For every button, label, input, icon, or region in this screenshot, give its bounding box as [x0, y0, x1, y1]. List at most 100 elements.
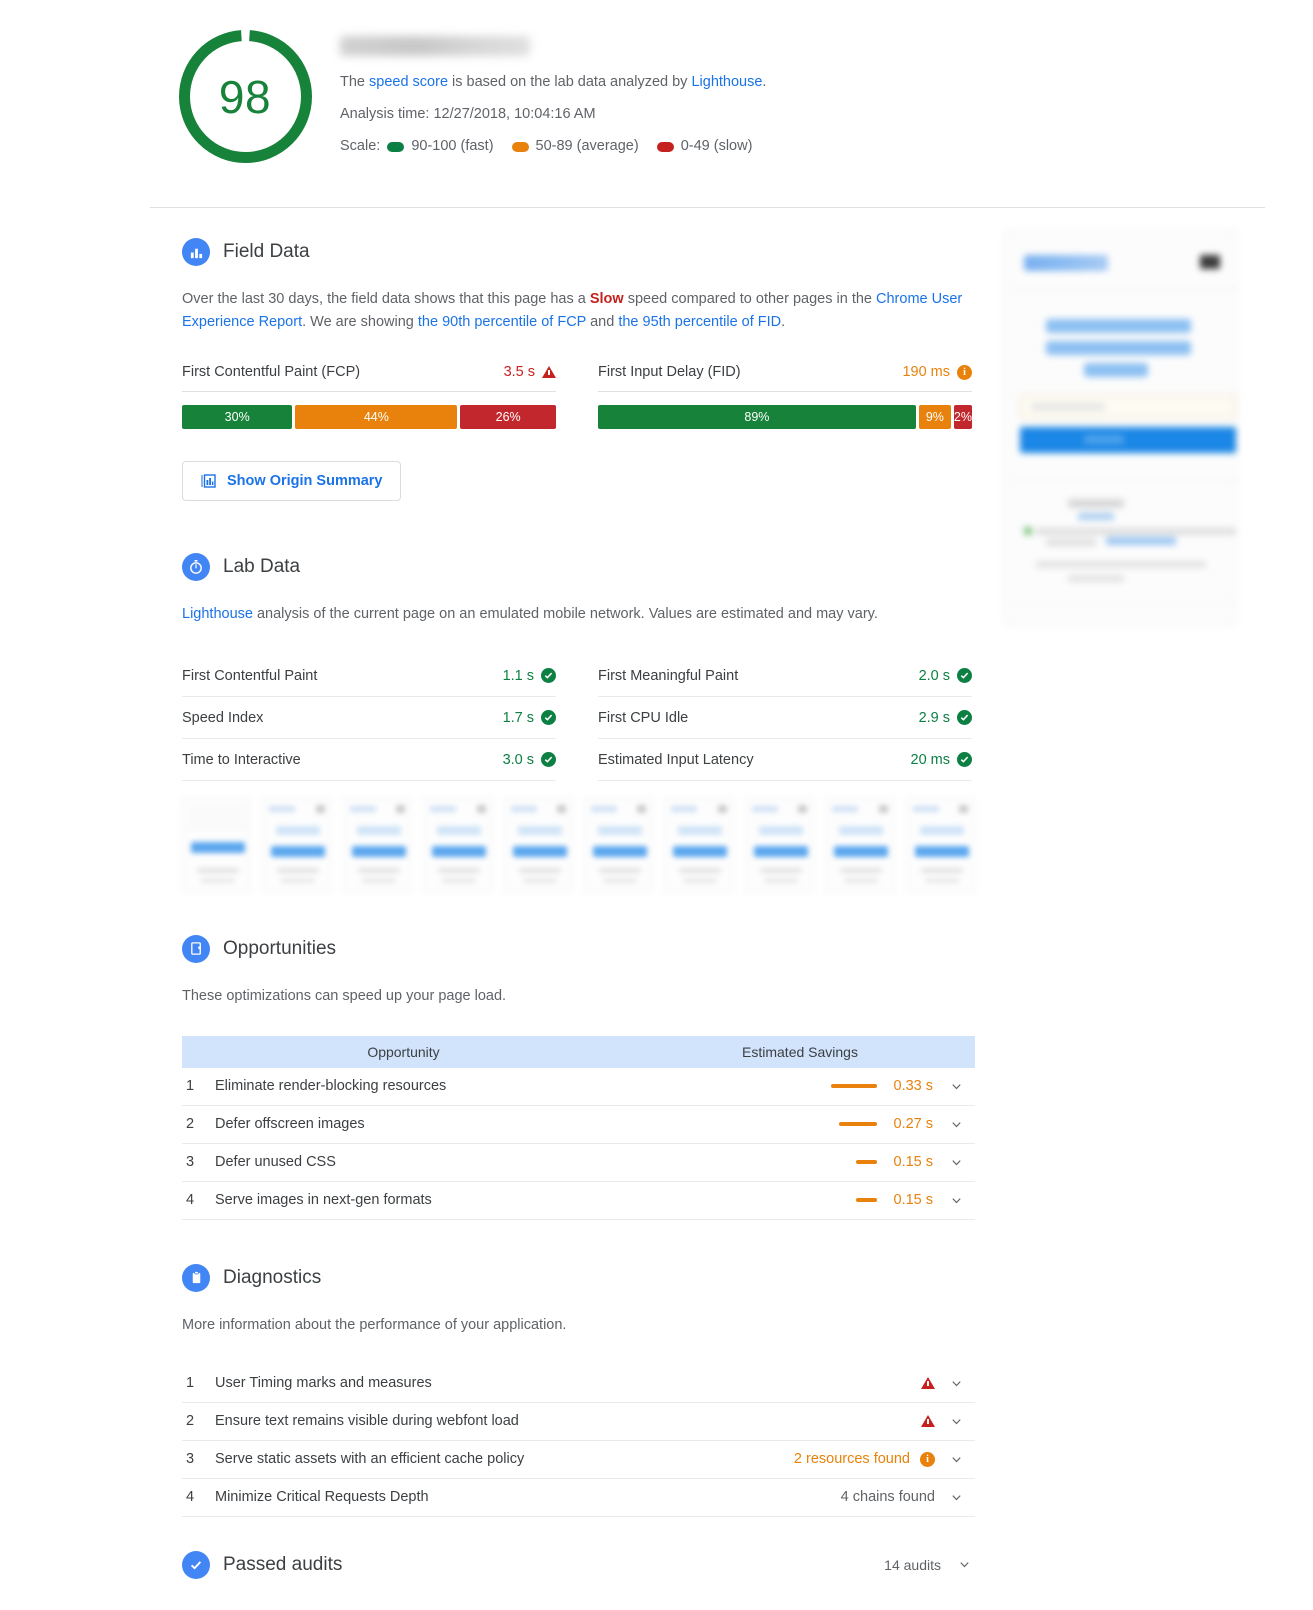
clipboard-icon: [182, 1263, 210, 1292]
diagnostic-name: User Timing marks and measures: [215, 1375, 432, 1392]
filmstrip-thumbnail: [423, 796, 493, 893]
filmstrip-thumbnail: [584, 796, 654, 893]
column-header-estimated-savings: Estimated Savings: [742, 1043, 858, 1060]
lighthouse-link-lab[interactable]: Lighthouse: [182, 606, 253, 622]
report-main-column: Field Data Over the last 30 days, the fi…: [150, 230, 976, 1579]
filmstrip-thumbnail: [744, 796, 815, 893]
filmstrip-thumbnail: [825, 796, 895, 893]
chevron-down-icon[interactable]: [945, 1118, 967, 1131]
info-circle-icon[interactable]: i: [920, 1451, 935, 1467]
origin-summary-label: Show Origin Summary: [227, 473, 383, 490]
opportunity-row[interactable]: 1 Eliminate render-blocking resources 0.33…: [182, 1068, 975, 1106]
opportunity-name: Defer unused CSS: [215, 1154, 336, 1171]
preview-divider-3: [1014, 603, 1236, 604]
analysis-time: Analysis time: 12/27/2018, 10:04:16 AM: [340, 106, 596, 123]
lead-suffix: .: [762, 74, 767, 90]
fcp-row: First Contentful Paint (FCP) 3.5 s: [182, 364, 556, 393]
lab-speed-index-value: 1.7 s: [502, 709, 534, 726]
diagnostic-row[interactable]: 1 User Timing marks and measures: [182, 1365, 975, 1403]
preview-body-line-1: [1036, 528, 1236, 535]
pagespeed-insights-report: 98 The speed score is based on the lab d…: [0, 0, 1313, 1610]
preview-body-link: [1106, 537, 1176, 545]
check-circle-icon: [957, 668, 972, 684]
filmstrip-thumbnail: [664, 796, 734, 893]
fid-dist-average: 9%: [918, 405, 951, 430]
diagnostic-value-group: 4 chains found: [775, 1489, 975, 1505]
fcp-dist-fast: 30%: [182, 405, 293, 430]
opportunity-savings: 0.33 s: [625, 1078, 975, 1094]
chevron-down-icon[interactable]: [945, 1080, 967, 1093]
chevron-down-icon[interactable]: [953, 1558, 975, 1571]
lab-cpu-idle-value-group: 2.9 s: [919, 710, 972, 726]
field-metrics-grid: First Contentful Paint (FCP) 3.5 s 30% 4…: [182, 364, 975, 430]
lab-fcp-value-group: 1.1 s: [503, 668, 556, 684]
chevron-down-icon[interactable]: [945, 1415, 967, 1428]
fid-percentile-link[interactable]: the 95th percentile of FID: [618, 314, 781, 330]
fid-label: First Input Delay (FID): [598, 364, 741, 381]
opportunity-row[interactable]: 4 Serve images in next-gen formats 0.15 s: [182, 1182, 975, 1220]
diagnostic-value-group: 2 resources found i: [775, 1451, 975, 1467]
savings-value: 0.27 s: [893, 1116, 934, 1133]
lab-tti-label: Time to Interactive: [182, 751, 301, 768]
lab-input-latency-label: Estimated Input Latency: [598, 751, 754, 768]
lab-metrics-grid: First Contentful Paint 1.1 s Speed Index…: [182, 655, 975, 781]
diagnostic-name: Ensure text remains visible during webfo…: [215, 1413, 519, 1430]
preview-divider-2: [1014, 481, 1236, 482]
opportunity-row[interactable]: 3 Defer unused CSS 0.15 s: [182, 1144, 975, 1182]
passed-audits-left: Passed audits: [182, 1550, 342, 1579]
savings-value: 0.15 s: [893, 1192, 934, 1209]
chevron-down-icon[interactable]: [945, 1491, 967, 1504]
info-circle-icon[interactable]: i: [957, 364, 972, 380]
preview-body-line-4: [1068, 575, 1124, 582]
preview-input-field: [1020, 395, 1236, 419]
opportunity-index: 2: [186, 1116, 195, 1133]
check-circle-icon: [541, 710, 556, 726]
fd-desc-3: . We are showing: [302, 314, 418, 331]
lab-data-header: Lab Data: [182, 553, 975, 582]
scale-item-average: 50-89 (average): [511, 136, 639, 157]
diagnostic-index: 2: [186, 1413, 195, 1430]
fd-desc-1: Over the last 30 days, the field data sh…: [182, 291, 590, 307]
fcp-value-group: 3.5 s: [504, 364, 556, 380]
check-circle-icon: [541, 752, 556, 768]
opportunity-index: 1: [186, 1078, 195, 1095]
diagnostic-row[interactable]: 4 Minimize Critical Requests Depth 4 chain…: [182, 1479, 975, 1517]
lab-fmp-label: First Meaningful Paint: [598, 667, 739, 684]
chevron-down-icon[interactable]: [945, 1453, 967, 1466]
chevron-down-icon[interactable]: [945, 1156, 967, 1169]
savings-bar: [856, 1198, 877, 1203]
scale-label-average: 50-89 (average): [535, 138, 639, 155]
check-circle-icon: [541, 668, 556, 684]
fid-distribution-bar: 89% 9% 2%: [598, 405, 972, 430]
scale-pill-average-icon: [511, 141, 529, 152]
passed-audits-right[interactable]: 14 audits: [884, 1557, 975, 1573]
preview-body-line-2: [1046, 539, 1096, 546]
fcp-dist-average: 44%: [295, 405, 458, 430]
fcp-percentile-link[interactable]: the 90th percentile of FCP: [418, 314, 586, 330]
speed-score-link[interactable]: speed score: [369, 74, 448, 90]
check-circle-icon: [957, 752, 972, 768]
show-origin-summary-button[interactable]: Show Origin Summary: [182, 461, 401, 502]
diagnostic-row[interactable]: 2 Ensure text remains visible during webf…: [182, 1403, 975, 1441]
diagnostic-row[interactable]: 3 Serve static assets with an efficient c…: [182, 1441, 975, 1479]
opportunities-title: Opportunities: [223, 937, 337, 959]
chevron-down-icon[interactable]: [945, 1377, 967, 1390]
scale-label-fast: 90-100 (fast): [411, 138, 494, 155]
preview-headline-line-1: [1046, 319, 1191, 333]
lighthouse-link-header[interactable]: Lighthouse: [691, 74, 762, 90]
lab-fcp-label: First Contentful Paint: [182, 667, 318, 684]
savings-bar: [839, 1122, 877, 1127]
analyzed-url-redacted: [340, 36, 530, 56]
scale-pill-slow-icon: [656, 141, 674, 152]
fd-desc-4: and: [586, 314, 619, 331]
opportunities-header: Opportunities: [182, 934, 975, 963]
lab-metrics-left: First Contentful Paint 1.1 s Speed Index…: [182, 655, 556, 781]
diagnostics-header: Diagnostics: [182, 1263, 975, 1292]
speed-score-description: The speed score is based on the lab data…: [340, 72, 766, 93]
passed-audits-section[interactable]: Passed audits 14 audits: [182, 1550, 975, 1579]
chevron-down-icon[interactable]: [945, 1194, 967, 1207]
lab-input-latency-value-group: 20 ms: [911, 752, 972, 768]
lab-speed-index-label: Speed Index: [182, 709, 264, 726]
preview-logo: [1024, 255, 1108, 271]
opportunity-row[interactable]: 2 Defer offscreen images 0.27 s: [182, 1106, 975, 1144]
